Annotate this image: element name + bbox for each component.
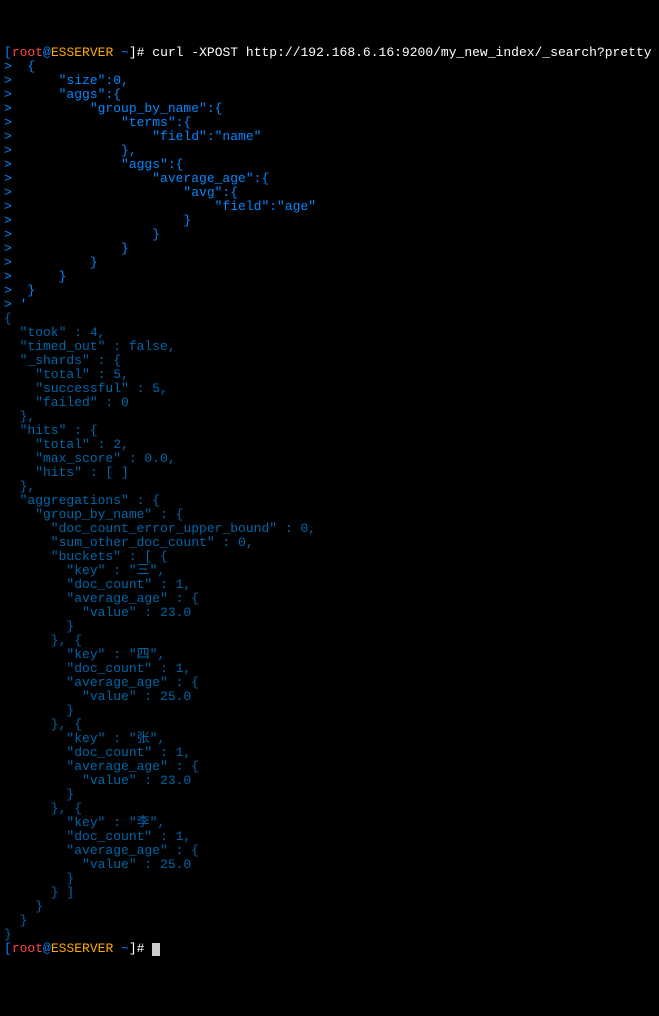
prompt-bracket: [ xyxy=(4,45,12,60)
next-prompt-bracket: [ xyxy=(4,941,12,956)
input-json-block: > { > "size":0, > "aggs":{ > "group_by_n… xyxy=(4,60,655,312)
cursor xyxy=(152,943,160,956)
next-prompt-user: root xyxy=(12,941,43,956)
command-text: curl -XPOST http://192.168.6.16:9200/my_… xyxy=(152,45,659,60)
prompt-user: root xyxy=(12,45,43,60)
prompt-at: @ xyxy=(43,45,51,60)
output-json-block: { "took" : 4, "timed_out" : false, "_sha… xyxy=(4,312,655,942)
next-prompt-hash: ]# xyxy=(129,941,152,956)
next-prompt-path: ~ xyxy=(113,941,129,956)
next-prompt-host: ESSERVER xyxy=(51,941,113,956)
terminal-output[interactable]: [root@ESSERVER ~]# curl -XPOST http://19… xyxy=(4,46,655,956)
prompt-host: ESSERVER xyxy=(51,45,113,60)
prompt-hash: ]# xyxy=(129,45,152,60)
prompt-path: ~ xyxy=(113,45,129,60)
next-prompt-at: @ xyxy=(43,941,51,956)
